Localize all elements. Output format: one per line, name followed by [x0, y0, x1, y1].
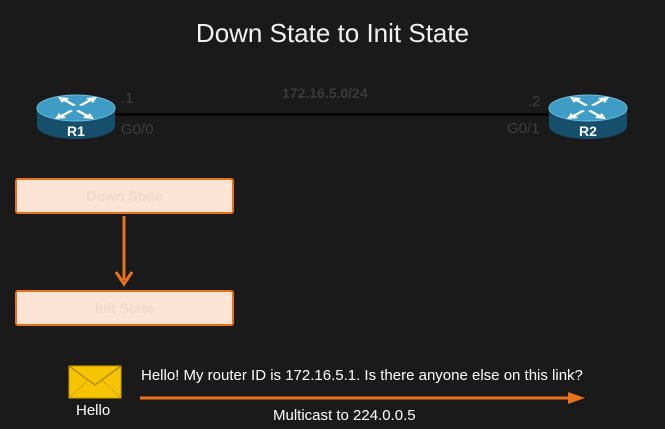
multicast-label: Multicast to 224.0.0.5	[273, 407, 416, 424]
r1-ip-label: .1	[121, 90, 134, 107]
down-state-box: Down State	[15, 178, 234, 214]
router-r1-icon: R1	[36, 94, 116, 139]
subnet-label: 172.16.5.0/24	[282, 85, 368, 101]
multicast-arrow-icon	[140, 392, 585, 404]
envelope-icon	[68, 365, 122, 399]
r2-interface-label: G0/1	[507, 120, 540, 137]
router-r1-name: R1	[67, 123, 85, 139]
hello-message: Hello! My router ID is 172.16.5.1. Is th…	[141, 367, 583, 384]
state-transition-arrow-icon	[114, 216, 134, 287]
hello-label: Hello	[76, 402, 111, 419]
r2-ip-label: .2	[528, 93, 541, 110]
network-link	[112, 113, 552, 116]
diagram-title: Down State to Init State	[195, 18, 470, 48]
router-r2-icon: R2	[548, 94, 628, 139]
r1-interface-label: G0/0	[121, 121, 154, 138]
router-r2-name: R2	[579, 123, 597, 139]
init-state-box: Init State	[15, 290, 234, 326]
